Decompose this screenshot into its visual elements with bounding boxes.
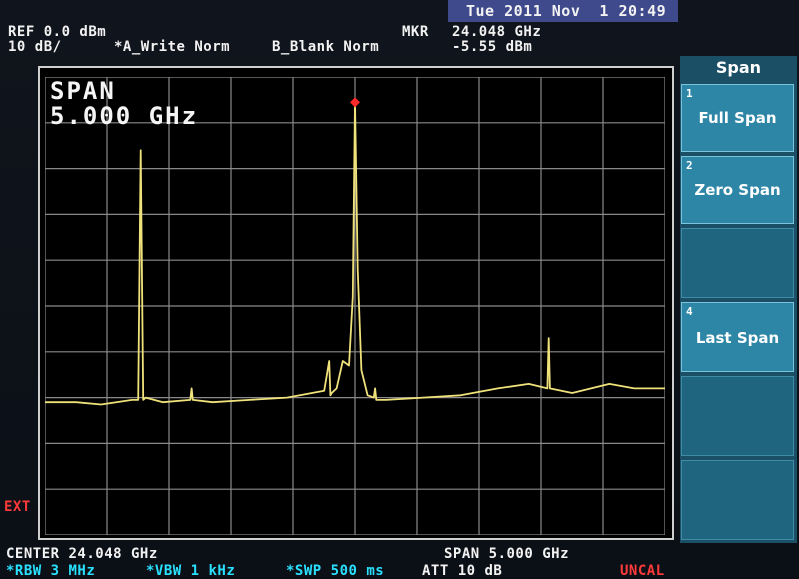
- span-title: SPAN: [50, 77, 116, 105]
- softkey-label: Full Span: [698, 109, 777, 127]
- rbw-readout: *RBW 3 MHz: [6, 563, 96, 579]
- blank-softkey: [681, 228, 794, 298]
- marker-level: -5.55 dBm: [452, 39, 533, 55]
- marker-frequency: 24.048 GHz: [452, 24, 542, 40]
- sweep-readout: *SWP 500 ms: [286, 563, 385, 579]
- zero-span-softkey[interactable]: 2 Zero Span: [681, 156, 794, 224]
- ref-level: REF 0.0 dBm: [8, 24, 107, 40]
- trace-b-mode: B_Blank Norm: [272, 39, 380, 55]
- attenuation-readout: ATT 10 dB: [422, 563, 503, 579]
- marker-diamond: [350, 97, 360, 108]
- softkey-number: 1: [686, 87, 693, 100]
- span-value: 5.000 GHz: [50, 102, 199, 130]
- trace-a-mode: *A_Write Norm: [114, 39, 231, 55]
- blank-softkey: [681, 376, 794, 456]
- spectrum-chart: [45, 77, 665, 535]
- softkey-number: 4: [686, 305, 693, 318]
- marker-label: MKR: [402, 24, 429, 40]
- blank-softkey: [681, 460, 794, 540]
- span-readout: SPAN 5.000 GHz: [444, 546, 570, 562]
- softkey-number: 2: [686, 159, 693, 172]
- ext-indicator: EXT: [4, 499, 31, 515]
- softkey-menu-title: Span: [715, 58, 762, 77]
- center-frequency: CENTER 24.048 GHz: [6, 546, 158, 562]
- vbw-readout: *VBW 1 kHz: [146, 563, 236, 579]
- scale-per-div: 10 dB/: [8, 39, 62, 55]
- datetime: Tue 2011 Nov 1 20:49: [466, 2, 667, 20]
- last-span-softkey[interactable]: 4 Last Span: [681, 302, 794, 372]
- softkey-label: Zero Span: [694, 181, 781, 199]
- softkey-label: Last Span: [695, 329, 780, 347]
- full-span-softkey[interactable]: 1 Full Span: [681, 84, 794, 152]
- uncal-indicator: UNCAL: [620, 563, 665, 579]
